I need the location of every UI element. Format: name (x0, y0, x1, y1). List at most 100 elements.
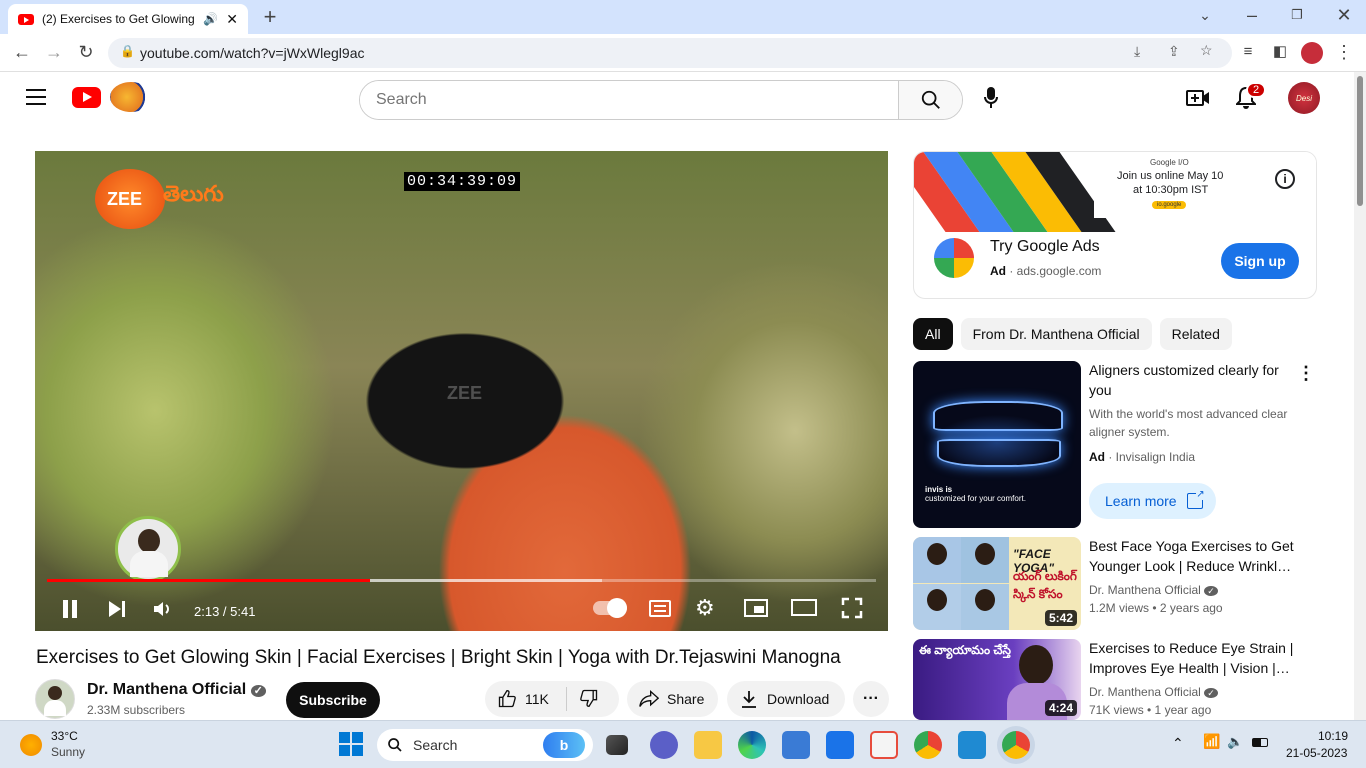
sponsored-thumbnail[interactable]: invis is customized for your comfort. (913, 361, 1081, 528)
battery-icon[interactable] (1252, 738, 1268, 747)
microphone-icon (984, 87, 998, 108)
volume-button[interactable] (153, 601, 171, 620)
share-page-icon[interactable]: ⇪ (1168, 43, 1180, 60)
snipping-tool-icon[interactable] (870, 731, 898, 759)
ad-banner-line2: at 10:30pm IST (1133, 184, 1209, 196)
video-thumbnail[interactable]: ఈ వ్యాయామం చేస్తే 4:24 (913, 639, 1081, 720)
tab-close-icon[interactable]: ✕ (226, 11, 238, 28)
file-explorer-icon[interactable] (694, 731, 722, 759)
search-input[interactable] (360, 81, 898, 119)
video-channel-text: Dr. Manthena Official (1089, 583, 1201, 597)
scrollbar-thumb[interactable] (1357, 76, 1363, 206)
side-panel-icon[interactable]: ◧ (1268, 40, 1292, 64)
hamburger-menu-icon[interactable] (26, 89, 46, 105)
fullscreen-button[interactable] (841, 597, 863, 622)
sponsored-description: With the world's most advanced clear ali… (1089, 407, 1288, 439)
close-window-button[interactable]: ✕ (1332, 3, 1356, 27)
speaker-icon[interactable]: 🔊 (203, 12, 218, 26)
account-avatar[interactable]: Desi (1288, 82, 1320, 114)
settings-button[interactable]: ⚙ (695, 595, 715, 621)
dislike-button[interactable] (567, 688, 599, 711)
address-bar[interactable]: 🔒 youtube.com/watch?v=jWxWlegl9ac ⤓ ⇪ ☆ (108, 38, 1232, 68)
chip-related[interactable]: Related (1159, 318, 1232, 350)
show-hidden-icons-chevron-icon[interactable]: ⌃ (1172, 735, 1184, 752)
share-label: Share (667, 691, 705, 707)
subscribe-button[interactable]: Subscribe (286, 682, 380, 718)
sponsored-title[interactable]: Aligners customized clearly for you (1089, 360, 1299, 400)
mail-icon[interactable] (826, 731, 854, 759)
task-view-icon[interactable] (606, 735, 628, 755)
sponsored-menu-icon[interactable]: ⋮ (1297, 363, 1315, 384)
install-icon[interactable]: ⤓ (1134, 43, 1140, 60)
browser-toolbar: ← → ↻ 🔒 youtube.com/watch?v=jWxWlegl9ac … (0, 34, 1366, 72)
pause-icon (63, 600, 77, 618)
create-video-button[interactable] (1186, 89, 1210, 112)
chrome-profile-icon[interactable] (914, 731, 942, 759)
video-thumbnail[interactable]: "FACE YOGA" యంగ్ లుకింగ్ స్కిన్ కోసం 5:4… (913, 537, 1081, 630)
start-button[interactable] (338, 731, 366, 759)
weather-widget[interactable]: 33°C Sunny (20, 729, 140, 761)
browser-profile-avatar[interactable] (1301, 42, 1323, 64)
pause-button[interactable] (61, 599, 79, 622)
youtube-logo-icon[interactable] (72, 87, 101, 108)
video-channel[interactable]: Dr. Manthena Official ✓ (1089, 685, 1218, 699)
back-button[interactable]: ← (10, 40, 34, 64)
overlay-logo-text: ZEE (107, 188, 143, 209)
more-actions-button[interactable]: ··· (853, 681, 889, 717)
download-label: Download (767, 691, 830, 707)
sign-up-button[interactable]: Sign up (1221, 243, 1299, 279)
chip-all[interactable]: All (913, 318, 953, 350)
video-title: Exercises to Get Glowing Skin | Facial E… (36, 647, 841, 668)
learn-more-button[interactable]: Learn more ↗ (1089, 483, 1216, 519)
ad-info-icon[interactable]: i (1275, 169, 1295, 189)
like-button[interactable]: 11K (485, 687, 567, 711)
next-button[interactable] (107, 599, 127, 622)
voice-search-button[interactable] (975, 82, 1007, 114)
volume-tray-icon[interactable]: 🔈 (1227, 734, 1243, 750)
youtube-header: 2 Desi (0, 72, 1354, 126)
theater-mode-button[interactable] (791, 599, 817, 616)
taskbar-search-label: Search (413, 737, 458, 753)
learn-more-label: Learn more (1105, 493, 1177, 509)
new-tab-button[interactable]: + (258, 5, 282, 29)
wifi-icon[interactable]: 📶 (1203, 733, 1220, 750)
miniplayer-button[interactable] (744, 599, 768, 617)
store-icon[interactable] (782, 731, 810, 759)
download-button[interactable]: Download (727, 681, 845, 717)
reload-button[interactable]: ↻ (74, 40, 98, 64)
thumbs-up-icon (498, 689, 516, 708)
chrome-icon[interactable] (1002, 731, 1030, 759)
tab-search-chevron-icon[interactable]: ⌄ (1193, 3, 1217, 27)
browser-tab[interactable]: (2) Exercises to Get Glowing 🔊 ✕ (8, 4, 248, 34)
autoplay-toggle[interactable] (593, 598, 627, 618)
google-ads-card[interactable]: Google I/O Join us online May 10 at 10:3… (913, 151, 1317, 299)
media-control-icon[interactable]: ≡ (1236, 40, 1260, 64)
search-button[interactable] (898, 81, 962, 119)
doodle-logo-icon[interactable] (110, 82, 152, 112)
bookmark-star-icon[interactable]: ☆ (1200, 42, 1213, 59)
notifications-button[interactable]: 2 (1234, 82, 1267, 115)
vscode-icon[interactable] (958, 731, 986, 759)
lock-icon[interactable]: 🔒 (120, 44, 135, 58)
forward-button[interactable]: → (42, 40, 66, 64)
clock-time[interactable]: 10:19 (1318, 729, 1348, 743)
video-channel[interactable]: Dr. Manthena Official ✓ (1089, 583, 1218, 597)
browser-tab-strip: (2) Exercises to Get Glowing 🔊 ✕ + ⌄ – ❐… (0, 0, 1366, 34)
chip-from-channel[interactable]: From Dr. Manthena Official (960, 318, 1152, 350)
edge-icon[interactable] (738, 731, 766, 759)
teams-icon[interactable] (650, 731, 678, 759)
channel-name[interactable]: Dr. Manthena Official ✓ (87, 681, 266, 699)
taskbar-search[interactable]: Search b (377, 729, 593, 761)
subtitles-button[interactable] (649, 600, 671, 617)
maximize-button[interactable]: ❐ (1285, 3, 1309, 27)
minimize-button[interactable]: – (1240, 3, 1264, 27)
progress-bar[interactable] (47, 579, 876, 582)
channel-avatar[interactable] (35, 679, 75, 719)
clock-date[interactable]: 21-05-2023 (1286, 746, 1347, 760)
share-button[interactable]: Share (627, 681, 718, 717)
browser-menu-icon[interactable]: ⋮ (1332, 40, 1356, 64)
video-player[interactable]: ZEE తెలుగు 00:34:39:09 ZEE 2:13 / 5:41 ⚙ (35, 151, 888, 631)
video-title-link[interactable]: Exercises to Reduce Eye Strain | Improve… (1089, 638, 1299, 678)
thumb-caption: ఈ వ్యాయామం చేస్తే (919, 643, 1011, 657)
video-title-link[interactable]: Best Face Yoga Exercises to Get Younger … (1089, 536, 1299, 576)
